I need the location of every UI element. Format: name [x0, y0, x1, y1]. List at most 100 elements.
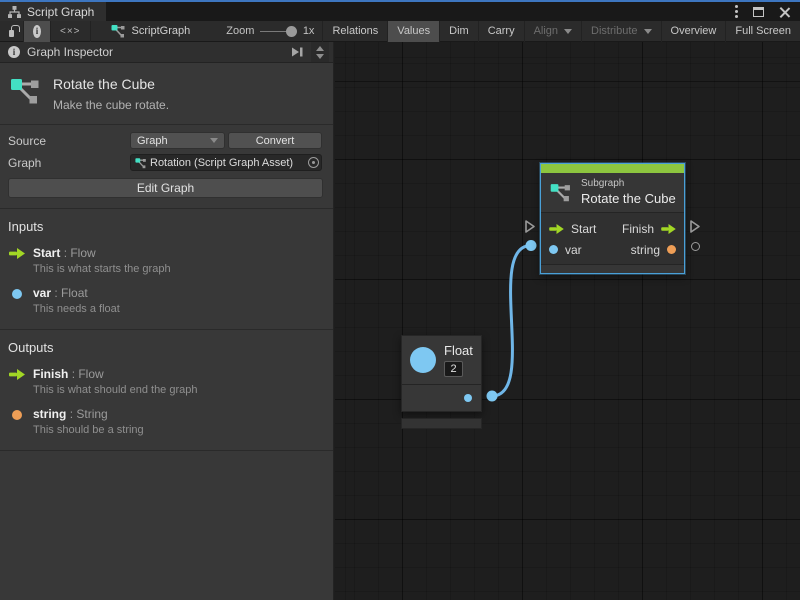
tab-script-graph[interactable]: Script Graph: [0, 2, 106, 21]
zoom-slider-handle[interactable]: [286, 26, 297, 37]
start-port-label: Start: [571, 222, 596, 236]
graph-tab-icon: [8, 6, 21, 18]
list-item: var : Float This needs a float: [8, 286, 325, 315]
graph-object-field[interactable]: Rotation (Script Graph Asset): [130, 154, 322, 171]
preferences-button[interactable]: [51, 21, 91, 42]
float-port-icon: [8, 286, 25, 315]
values-button[interactable]: Values: [388, 21, 440, 42]
graph-settings-section: Source Graph Convert Graph Rotation (Scr: [0, 125, 333, 209]
node-kind-label: Subgraph: [581, 178, 676, 189]
float-type-icon: [410, 347, 436, 373]
outputs-header: Outputs: [8, 340, 325, 355]
script-graph-icon: [111, 24, 126, 38]
subgraph-node-header[interactable]: Subgraph Rotate the Cube: [541, 173, 684, 213]
float-output-row: [402, 385, 481, 411]
script-graph-asset-icon: [135, 157, 147, 169]
node-footer: [401, 418, 482, 429]
graph-title-block: Rotate the Cube Make the cube rotate.: [0, 63, 333, 125]
value-port-row: var string: [541, 239, 684, 260]
float-output-port-icon[interactable]: [464, 394, 472, 402]
var-port-label: var: [565, 243, 582, 257]
source-row: Source Graph Convert: [8, 132, 323, 149]
zoom-label: Zoom: [226, 25, 254, 37]
flow-port-row: Start Finish: [541, 218, 684, 239]
object-picker-icon[interactable]: [308, 157, 319, 168]
graph-asset-icon: [10, 76, 40, 112]
zoom-slider[interactable]: [260, 21, 292, 42]
external-value-out-port[interactable]: [691, 242, 700, 251]
subgraph-ports: Start Finish var string: [541, 213, 684, 264]
source-dropdown[interactable]: Graph: [130, 132, 225, 149]
edit-graph-button[interactable]: Edit Graph: [8, 178, 323, 198]
convert-button[interactable]: Convert: [228, 132, 322, 149]
arrow-down-icon[interactable]: [316, 54, 324, 59]
arrow-up-icon[interactable]: [316, 46, 324, 51]
string-port-icon: [8, 407, 25, 436]
subgraph-color-bar: [541, 164, 684, 173]
relations-button[interactable]: Relations: [323, 21, 388, 42]
carry-button[interactable]: Carry: [479, 21, 525, 42]
graph-inspector-panel: Graph Inspector Rotate the Cube Make the…: [0, 42, 334, 600]
list-item: Start : Flow This is what starts the gra…: [8, 246, 325, 275]
connection-wire: [335, 42, 800, 600]
toolbar-buttons: Relations Values Dim Carry Align Distrib…: [322, 21, 800, 42]
graph-toolbar: ScriptGraph Zoom 1x Relations Values Dim…: [0, 21, 800, 42]
panel-collapse-icon[interactable]: [290, 46, 304, 58]
float-value-field[interactable]: 2: [444, 361, 463, 377]
external-flow-out-port[interactable]: [689, 219, 701, 234]
source-label: Source: [8, 134, 130, 148]
subgraph-icon: [549, 182, 572, 203]
graph-field-label: Graph: [8, 156, 130, 170]
outputs-section: Outputs Finish : Flow This is what shoul…: [0, 330, 333, 451]
overview-button[interactable]: Overview: [662, 21, 727, 42]
chevron-down-icon: [564, 29, 572, 34]
inputs-section: Inputs Start : Flow This is what starts …: [0, 209, 333, 330]
distribute-dropdown[interactable]: Distribute: [582, 21, 661, 42]
list-item: Finish : Flow This is what should end th…: [8, 367, 325, 396]
graph-inspector-header: Graph Inspector: [0, 42, 333, 63]
list-item: string : String This should be a string: [8, 407, 325, 436]
graph-object-value: Rotation (Script Graph Asset): [150, 157, 305, 169]
float-node-header[interactable]: Float 2: [402, 336, 481, 385]
lock-button[interactable]: [0, 21, 24, 42]
finish-port-icon[interactable]: [661, 224, 676, 234]
graph-inspector-title: Graph Inspector: [27, 45, 283, 59]
zoom-value: 1x: [303, 25, 315, 37]
external-flow-in-port[interactable]: [524, 219, 536, 234]
window-controls: [735, 2, 800, 21]
panel-scroll-spinner[interactable]: [311, 42, 329, 62]
float-node[interactable]: Float 2: [401, 335, 482, 429]
align-dropdown[interactable]: Align: [525, 21, 582, 42]
finish-port-label: Finish: [622, 222, 654, 236]
graph-subtitle: Make the cube rotate.: [53, 98, 169, 112]
info-icon: [8, 46, 20, 58]
info-icon: [33, 25, 41, 38]
code-icon: [60, 25, 81, 37]
maximize-icon[interactable]: [753, 7, 764, 17]
inputs-header: Inputs: [8, 219, 325, 234]
window-menu-icon[interactable]: [735, 10, 738, 13]
string-port-label: string: [631, 243, 660, 257]
graph-canvas[interactable]: Subgraph Rotate the Cube Start Finish: [335, 42, 800, 600]
tab-title: Script Graph: [27, 5, 94, 19]
node-title: Float: [444, 343, 473, 358]
var-port-icon[interactable]: [549, 245, 558, 254]
node-title: Rotate the Cube: [581, 191, 676, 206]
close-icon[interactable]: [779, 6, 790, 17]
full-screen-button[interactable]: Full Screen: [726, 21, 800, 42]
tab-bar: Script Graph: [0, 2, 800, 21]
flow-port-icon: [8, 367, 25, 396]
graph-row: Graph Rotation (Script Graph Asset): [8, 154, 323, 171]
node-footer: [541, 264, 684, 273]
dim-button[interactable]: Dim: [440, 21, 479, 42]
graph-title: Rotate the Cube: [53, 76, 169, 92]
string-port-icon[interactable]: [667, 245, 676, 254]
active-graph-label: ScriptGraph: [111, 24, 191, 38]
flow-port-icon: [8, 246, 25, 275]
chevron-down-icon: [210, 138, 218, 143]
subgraph-node[interactable]: Subgraph Rotate the Cube Start Finish: [540, 163, 685, 274]
inspector-toggle-button[interactable]: [24, 21, 51, 42]
chevron-down-icon: [644, 29, 652, 34]
lock-icon: [9, 30, 14, 37]
start-port-icon[interactable]: [549, 224, 564, 234]
